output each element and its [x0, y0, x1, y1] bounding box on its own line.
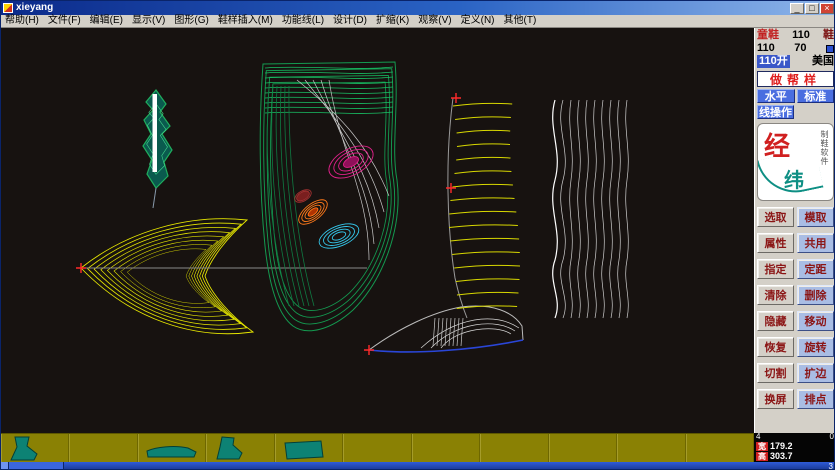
logo-character-1: 经	[764, 126, 790, 163]
menu-item-6[interactable]: 功能线(L)	[282, 15, 324, 27]
size-num-2: 70	[794, 42, 806, 55]
tool-row-5: 恢复旋转	[757, 337, 834, 357]
tool-button-delete[interactable]: 删除	[797, 285, 834, 305]
minimize-button[interactable]: _	[790, 3, 804, 14]
tool-button-properties[interactable]: 属性	[757, 233, 794, 253]
make-pattern-button[interactable]: 做帮样	[757, 71, 834, 87]
shoe-type-label: 童鞋	[757, 29, 779, 42]
line-op-row: 线操作	[757, 105, 834, 119]
region-label: 美国	[812, 55, 834, 68]
thumbnail-cell-2-flat-sole[interactable]	[138, 434, 206, 462]
boot-upper-thumbnail-icon	[7, 435, 63, 462]
tool-row-7: 换屏排点	[757, 389, 834, 409]
thumbnail-cell-6-empty[interactable]	[412, 434, 480, 462]
menu-bar: 帮助(H) 文件(F) 编辑(E) 显示(V) 图形(G) 鞋样插入(M) 功能线(L) 设计…	[1, 15, 835, 28]
menu-item-7[interactable]: 设计(D)	[333, 15, 367, 27]
menu-item-9[interactable]: 观察(V)	[418, 15, 451, 27]
width-label: 宽	[756, 442, 768, 451]
menu-item-10[interactable]: 定义(N)	[461, 15, 495, 27]
tool-button-rotate[interactable]: 旋转	[797, 337, 834, 357]
menu-item-8[interactable]: 扩缩(K)	[376, 15, 409, 27]
logo-subtitle: 制鞋软件	[819, 130, 830, 166]
shoe-unit-label: 鞋	[823, 29, 834, 42]
tool-button-restore[interactable]: 恢复	[757, 337, 794, 357]
tool-button-assign[interactable]: 指定	[757, 259, 794, 279]
thumbnail-cell-5-empty[interactable]	[343, 434, 411, 462]
mode-button-row: 水平标准	[757, 89, 834, 103]
app-icon	[3, 3, 13, 13]
tool-button-expand-edge[interactable]: 扩边	[797, 363, 834, 383]
tool-row-6: 切割扩边	[757, 363, 834, 383]
menu-item-2[interactable]: 编辑(E)	[90, 15, 123, 27]
tool-button-mold-pick[interactable]: 模取	[797, 207, 834, 227]
count-bottom-right: 3	[829, 463, 833, 470]
count-top-left: 4	[756, 433, 760, 441]
right-panel: 童鞋 110 鞋 110 70 110开 美国 做帮样 水平标准 线操作 经 纬…	[754, 28, 835, 433]
shoe-info-row-3: 110开 美国	[757, 55, 834, 68]
status-panel: 4 0 宽 179.2 高 303.7	[754, 433, 835, 462]
thumbnail-cell-9-empty[interactable]	[617, 434, 685, 462]
logo-character-2: 纬	[784, 164, 804, 193]
close-button[interactable]: ×	[820, 3, 834, 14]
menu-item-3[interactable]: 显示(V)	[132, 15, 165, 27]
height-label: 高	[756, 452, 768, 461]
size-open-chip[interactable]: 110开	[757, 55, 790, 68]
bottom-bar-segment-b	[9, 462, 64, 470]
shoe-size-value: 110	[792, 29, 810, 42]
application-window: xieyang _ □ × 帮助(H) 文件(F) 编辑(E) 显示(V) 图形(G) 鞋…	[0, 0, 835, 470]
design-canvas[interactable]	[1, 28, 754, 433]
tool-button-select[interactable]: 选取	[757, 207, 794, 227]
maximize-button[interactable]: □	[805, 3, 819, 14]
tool-row-2: 指定定距	[757, 259, 834, 279]
flat-sole-thumbnail-icon	[144, 435, 200, 462]
width-row: 宽 179.2	[756, 441, 834, 451]
line-operation-button[interactable]: 线操作	[757, 105, 794, 119]
thumbnail-cell-1-empty[interactable]	[69, 434, 137, 462]
high-boot-thumbnail-icon	[212, 435, 268, 462]
bottom-bar: 3	[1, 462, 835, 470]
tool-button-share[interactable]: 共用	[797, 233, 834, 253]
menu-item-1[interactable]: 文件(F)	[48, 15, 81, 27]
height-value: 303.7	[770, 451, 793, 461]
shoe-info-row-1: 童鞋 110 鞋	[757, 29, 834, 42]
width-value: 179.2	[770, 441, 793, 451]
brand-logo: 经 纬 制鞋软件	[757, 123, 834, 201]
thumbnail-cell-7-empty[interactable]	[480, 434, 548, 462]
tool-row-3: 清除删除	[757, 285, 834, 305]
thumbnail-cell-10-empty[interactable]	[686, 434, 754, 462]
tool-row-0: 选取模取	[757, 207, 834, 227]
bottom-bar-segment-a	[1, 462, 9, 470]
wireframe-drawing	[1, 28, 754, 433]
height-row: 高 303.7	[756, 451, 834, 461]
color-swatch[interactable]	[826, 45, 834, 53]
count-top-right: 0	[830, 433, 834, 441]
tool-button-hide[interactable]: 隐藏	[757, 311, 794, 331]
thumbnail-cell-4-block-piece[interactable]	[275, 434, 343, 462]
menu-item-11[interactable]: 其他(T)	[504, 15, 537, 27]
thumbnail-cell-8-empty[interactable]	[549, 434, 617, 462]
status-counts: 4 0	[756, 433, 834, 441]
mode-button-horizontal[interactable]: 水平	[757, 89, 795, 103]
size-num-1: 110	[757, 42, 775, 55]
shoe-info-row-2: 110 70	[757, 42, 834, 55]
tool-button-clear[interactable]: 清除	[757, 285, 794, 305]
tool-button-fix-distance[interactable]: 定距	[797, 259, 834, 279]
window-titlebar: xieyang _ □ ×	[1, 1, 835, 15]
tool-button-switch-screen[interactable]: 换屏	[757, 389, 794, 409]
tool-button-arrange-points[interactable]: 排点	[797, 389, 834, 409]
thumbnail-cell-3-high-boot[interactable]	[206, 434, 274, 462]
tool-button-cut[interactable]: 切割	[757, 363, 794, 383]
thumbnail-strip	[1, 433, 754, 462]
menu-item-5[interactable]: 鞋样插入(M)	[218, 15, 273, 27]
window-title: xieyang	[16, 2, 789, 14]
mode-button-standard[interactable]: 标准	[797, 89, 835, 103]
tool-row-4: 隐藏移动	[757, 311, 834, 331]
tool-button-grid: 选取模取属性共用指定定距清除删除隐藏移动恢复旋转切割扩边换屏排点	[757, 207, 834, 409]
thumbnail-cell-0-boot-upper[interactable]	[1, 434, 69, 462]
tool-row-1: 属性共用	[757, 233, 834, 253]
menu-item-4[interactable]: 图形(G)	[174, 15, 208, 27]
block-piece-thumbnail-icon	[281, 435, 337, 462]
tool-button-move[interactable]: 移动	[797, 311, 834, 331]
menu-item-0[interactable]: 帮助(H)	[5, 15, 39, 27]
